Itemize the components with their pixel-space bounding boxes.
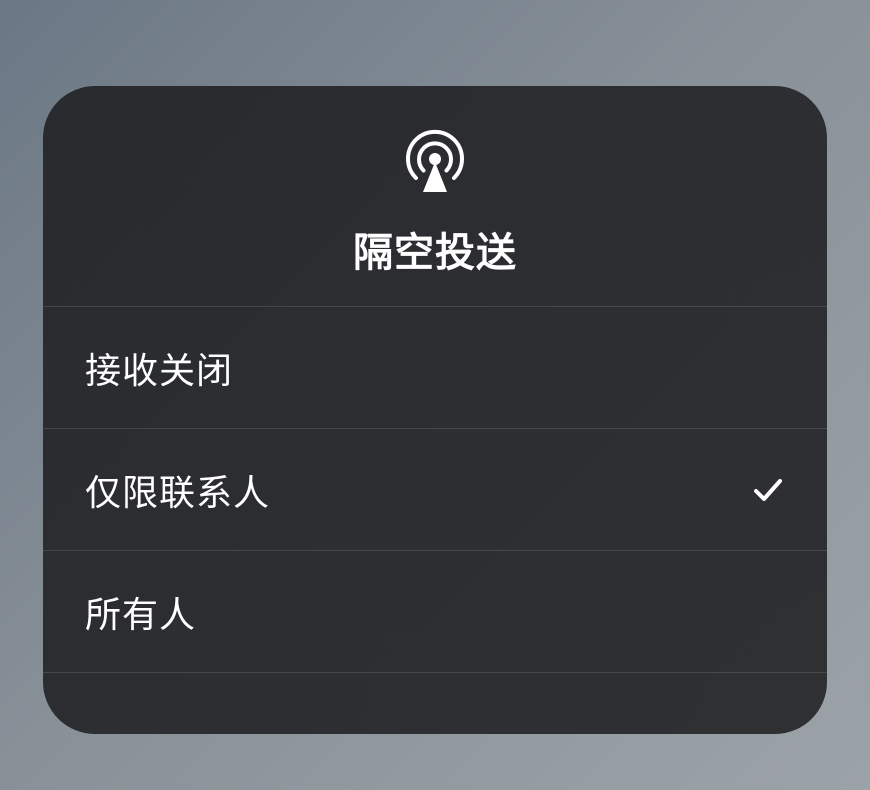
option-label: 所有人 [85, 586, 196, 638]
option-receiving-off[interactable]: 接收关闭 [43, 307, 827, 429]
option-contacts-only[interactable]: 仅限联系人 [43, 429, 827, 551]
option-everyone[interactable]: 所有人 [43, 551, 827, 673]
airdrop-popup: 隔空投送 接收关闭 仅限联系人 所有人 [43, 86, 827, 734]
checkmark-icon [751, 473, 785, 507]
popup-header: 隔空投送 [43, 86, 827, 307]
options-list: 接收关闭 仅限联系人 所有人 [43, 307, 827, 673]
popup-title: 隔空投送 [353, 220, 517, 278]
airdrop-icon [399, 126, 471, 198]
option-label: 接收关闭 [85, 342, 233, 394]
option-label: 仅限联系人 [85, 464, 270, 516]
